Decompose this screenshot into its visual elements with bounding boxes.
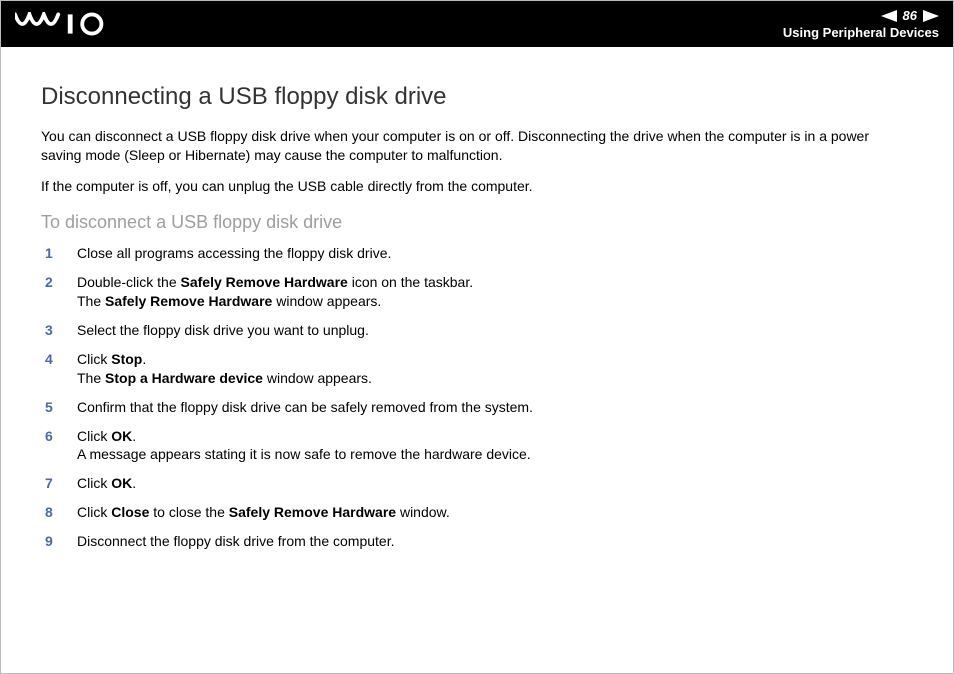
procedure-steps: Close all programs accessing the floppy … <box>41 244 913 551</box>
prev-page-icon[interactable] <box>881 10 897 22</box>
step-text: Click <box>77 504 111 520</box>
step-text: icon on the taskbar. <box>348 274 473 290</box>
step-text: . <box>132 428 136 444</box>
page-nav: 86 <box>881 8 939 23</box>
step-item: Confirm that the floppy disk drive can b… <box>41 398 913 417</box>
step-bold-text: Stop a Hardware device <box>105 370 263 386</box>
step-item: Click OK. A message appears stating it is… <box>41 427 913 465</box>
step-text: Click <box>77 475 111 491</box>
step-text: Click <box>77 428 111 444</box>
step-item: Close all programs accessing the floppy … <box>41 244 913 263</box>
step-text: The <box>77 293 105 309</box>
step-text: window. <box>396 504 450 520</box>
step-bold-text: OK <box>111 475 132 491</box>
procedure-heading: To disconnect a USB floppy disk drive <box>41 210 913 234</box>
step-bold-text: Stop <box>111 351 142 367</box>
step-text: Double-click the <box>77 274 181 290</box>
step-bold-text: OK <box>111 428 132 444</box>
page-title: Disconnecting a USB floppy disk drive <box>41 81 913 113</box>
step-bold-text: Safely Remove Hardware <box>105 293 272 309</box>
step-text: Close all programs accessing the floppy … <box>77 245 391 261</box>
step-bold-text: Close <box>111 504 149 520</box>
header-right: 86 Using Peripheral Devices <box>783 8 939 40</box>
step-item: Click OK. <box>41 474 913 493</box>
step-text: window appears. <box>263 370 372 386</box>
next-page-icon[interactable] <box>923 10 939 22</box>
intro-paragraph-1: You can disconnect a USB floppy disk dri… <box>41 127 913 165</box>
step-item: Select the floppy disk drive you want to… <box>41 321 913 340</box>
step-item: Disconnect the floppy disk drive from th… <box>41 532 913 551</box>
step-item: Click Close to close the Safely Remove H… <box>41 503 913 522</box>
step-text: to close the <box>149 504 228 520</box>
content-area: Disconnecting a USB floppy disk drive Yo… <box>1 47 953 673</box>
step-item: Click Stop. The Stop a Hardware device wi… <box>41 350 913 388</box>
intro-paragraph-2: If the computer is off, you can unplug t… <box>41 177 913 196</box>
step-bold-text: Safely Remove Hardware <box>181 274 348 290</box>
vaio-logo <box>15 12 111 36</box>
breadcrumb: Using Peripheral Devices <box>783 25 939 40</box>
step-text: Confirm that the floppy disk drive can b… <box>77 399 533 415</box>
step-item: Double-click the Safely Remove Hardware … <box>41 273 913 311</box>
step-text: The <box>77 370 105 386</box>
step-bold-text: Safely Remove Hardware <box>229 504 396 520</box>
document-page: 86 Using Peripheral Devices Disconnectin… <box>0 0 954 674</box>
vaio-logo-svg <box>15 12 111 36</box>
step-text: . <box>142 351 146 367</box>
page-number: 86 <box>903 8 917 23</box>
step-text: Select the floppy disk drive you want to… <box>77 322 369 338</box>
step-text: . <box>132 475 136 491</box>
step-text: Click <box>77 351 111 367</box>
step-text: A message appears stating it is now safe… <box>77 446 531 462</box>
step-text: Disconnect the floppy disk drive from th… <box>77 533 394 549</box>
step-text: window appears. <box>272 293 381 309</box>
header-bar: 86 Using Peripheral Devices <box>1 1 953 47</box>
